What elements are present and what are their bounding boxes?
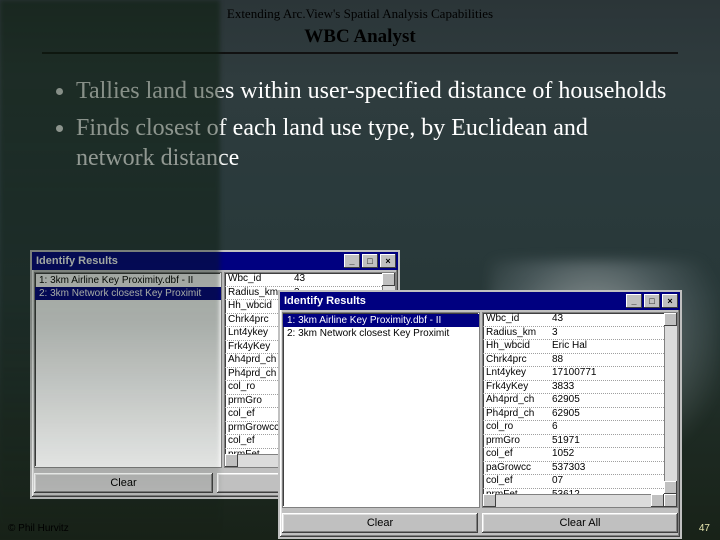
feature-list[interactable]: 1: 3km Airline Key Proximity.dbf - II 2:… [282, 312, 480, 508]
close-icon[interactable]: × [380, 254, 396, 268]
table-row[interactable]: Ah4prd_ch62905 [483, 394, 664, 408]
attr-value: 43 [549, 313, 664, 326]
attr-value: 17100771 [549, 367, 664, 380]
attr-value: 07 [549, 475, 664, 488]
attr-key: Chrk4prc [483, 354, 549, 367]
close-icon[interactable]: × [662, 294, 678, 308]
slide-header: Extending Arc.View's Spatial Analysis Ca… [0, 0, 720, 48]
slide: Extending Arc.View's Spatial Analysis Ca… [0, 0, 720, 540]
list-item[interactable]: 2: 3km Network closest Key Proximit [35, 287, 221, 300]
window-title: Identify Results [36, 255, 118, 267]
attr-key: Ph4prd_ch [483, 408, 549, 421]
clear-button[interactable]: Clear [282, 513, 478, 533]
scrollbar-vertical[interactable] [664, 313, 677, 494]
table-row[interactable]: col_ef07 [483, 475, 664, 489]
supertitle: Extending Arc.View's Spatial Analysis Ca… [0, 6, 720, 22]
resize-grip-icon[interactable] [664, 494, 677, 507]
attr-key: col_ro [483, 421, 549, 434]
feature-list[interactable]: 1: 3km Airline Key Proximity.dbf - II 2:… [34, 272, 222, 468]
clear-all-button[interactable]: Clear All [482, 513, 678, 533]
attr-value: 62905 [549, 394, 664, 407]
clear-button[interactable]: Clear [34, 473, 213, 493]
footer-credit: © Phil Hurvitz [8, 523, 69, 534]
attr-key: paGrowcc [483, 462, 549, 475]
table-row[interactable]: Lnt4ykey17100771 [483, 367, 664, 381]
identify-results-window[interactable]: Identify Results _ □ × 1: 3km Airline Ke… [278, 290, 682, 539]
attr-key: Frk4yKey [483, 381, 549, 394]
table-row[interactable]: Ph4prd_ch62905 [483, 408, 664, 422]
attr-value: Eric Hal [549, 340, 664, 353]
table-row[interactable]: Frk4yKey3833 [483, 381, 664, 395]
attribute-table[interactable]: Wbc_id43Radius_km3Hh_wbcidEric HalChrk4p… [482, 312, 678, 508]
list-item[interactable]: 1: 3km Airline Key Proximity.dbf - II [35, 274, 221, 287]
attr-value: 1052 [549, 448, 664, 461]
maximize-icon[interactable]: □ [644, 294, 660, 308]
attr-key: Ah4prd_ch [483, 394, 549, 407]
table-row[interactable]: paGrowcc537303 [483, 462, 664, 476]
attr-key: Radius_km [483, 327, 549, 340]
bullet-list: Tallies land uses within user-specified … [0, 54, 720, 174]
table-row[interactable]: Wbc_id43 [225, 273, 382, 287]
list-item[interactable]: 2: 3km Network closest Key Proximit [283, 327, 479, 340]
table-row[interactable]: Radius_km3 [483, 327, 664, 341]
attr-value: 62905 [549, 408, 664, 421]
attr-key: Wbc_id [483, 313, 549, 326]
table-row[interactable]: Wbc_id43 [483, 313, 664, 327]
attr-value: 3833 [549, 381, 664, 394]
attr-value: 88 [549, 354, 664, 367]
table-row[interactable]: prmGro51971 [483, 435, 664, 449]
minimize-icon[interactable]: _ [626, 294, 642, 308]
table-row[interactable]: Hh_wbcidEric Hal [483, 340, 664, 354]
list-item[interactable]: 1: 3km Airline Key Proximity.dbf - II [283, 314, 479, 327]
attr-key: Lnt4ykey [483, 367, 549, 380]
maximize-icon[interactable]: □ [362, 254, 378, 268]
attr-value: 3 [549, 327, 664, 340]
attr-value: 6 [549, 421, 664, 434]
attr-key: Hh_wbcid [483, 340, 549, 353]
table-row[interactable]: col_ef1052 [483, 448, 664, 462]
bullet-item: Tallies land uses within user-specified … [76, 76, 668, 107]
table-row[interactable]: col_ro6 [483, 421, 664, 435]
attr-key: Wbc_id [225, 273, 291, 286]
titlebar[interactable]: Identify Results _ □ × [32, 252, 398, 270]
titlebar[interactable]: Identify Results _ □ × [280, 292, 680, 310]
attr-key: prmGro [483, 435, 549, 448]
scrollbar-horizontal[interactable] [483, 494, 677, 507]
attr-value: 51971 [549, 435, 664, 448]
table-row[interactable]: Chrk4prc88 [483, 354, 664, 368]
attr-key: col_ef [483, 448, 549, 461]
attr-value: 537303 [549, 462, 664, 475]
attr-value: 43 [291, 273, 382, 286]
bullet-item: Finds closest of each land use type, by … [76, 113, 668, 174]
minimize-icon[interactable]: _ [344, 254, 360, 268]
page-number: 47 [699, 523, 710, 534]
attr-key: col_ef [483, 475, 549, 488]
window-title: Identify Results [284, 295, 366, 307]
slide-title: WBC Analyst [0, 26, 720, 48]
